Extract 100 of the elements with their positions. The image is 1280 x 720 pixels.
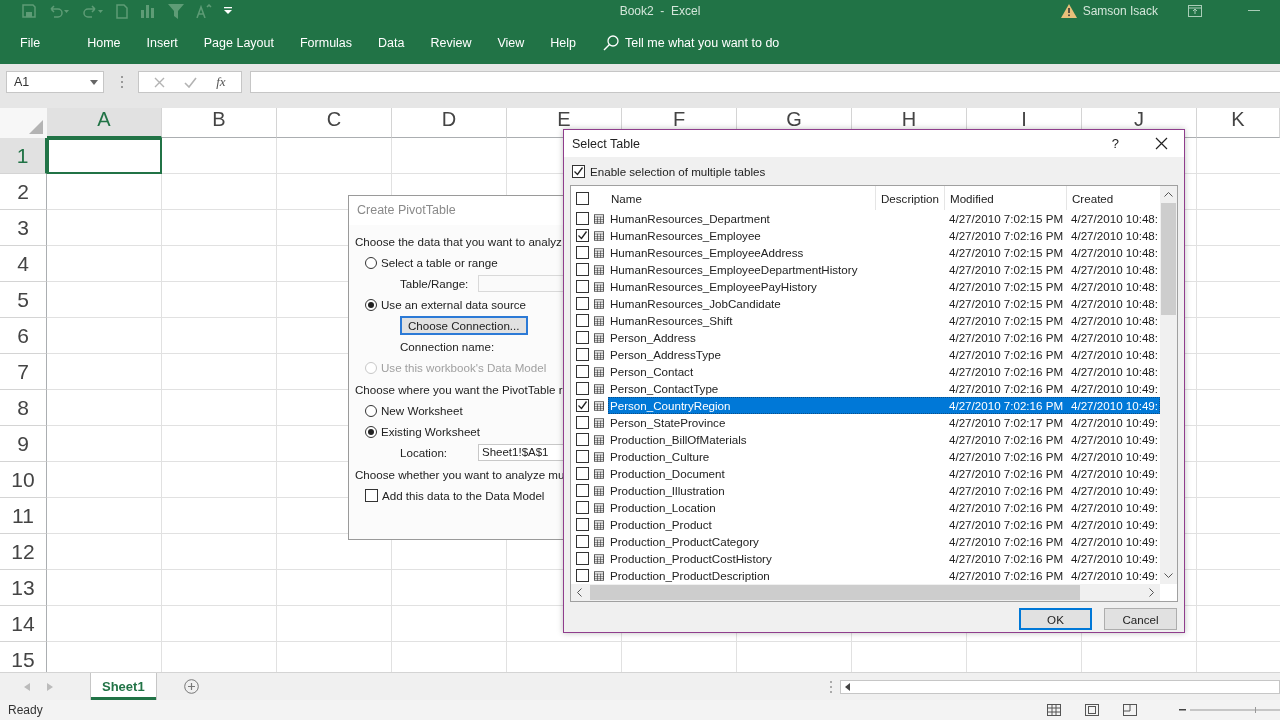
column-header[interactable]: K (1197, 108, 1280, 138)
insert-function-button[interactable]: fx (216, 74, 226, 90)
horizontal-scrollbar[interactable] (840, 679, 1280, 694)
table-row[interactable]: Production_BillOfMaterials 4/27/2010 7:02:16 PM 4/27/2010 10:49: (608, 431, 1160, 448)
column-header[interactable]: C (277, 108, 392, 138)
table-row[interactable]: Production_Document 4/27/2010 7:02:16 PM 4/27/2010 10:49: (608, 465, 1160, 482)
checkbox[interactable] (576, 501, 589, 514)
column-header[interactable]: Modified (950, 191, 994, 205)
checkbox[interactable] (572, 164, 585, 178)
row-header[interactable]: 4 (0, 246, 47, 282)
formula-input[interactable] (250, 71, 1280, 93)
row-header[interactable]: 13 (0, 570, 47, 606)
ribbon-tab[interactable]: Home (74, 32, 134, 54)
checkbox[interactable] (576, 569, 589, 582)
ribbon-tab[interactable]: Insert (133, 32, 191, 54)
table-row[interactable]: Person_AddressType 4/27/2010 7:02:16 PM 4/27/2010 10:48: (608, 346, 1160, 363)
sheet-tab[interactable]: Sheet1 (91, 673, 156, 700)
checkbox[interactable] (576, 263, 589, 276)
checkbox[interactable] (576, 535, 589, 548)
ribbon-tab[interactable]: File (7, 32, 54, 54)
table-row[interactable]: HumanResources_Department 4/27/2010 7:02:15 PM 4/27/2010 10:48: (608, 210, 1160, 227)
help-button[interactable]: ? (1111, 136, 1119, 151)
ribbon-tab[interactable]: Help (537, 32, 590, 54)
ribbon-tab[interactable]: Formulas (286, 32, 366, 54)
table-row[interactable]: Production_ProductDescription 4/27/2010 7:02:16 PM 4/27/2010 10:49: (608, 567, 1160, 584)
ribbon-tab[interactable]: Page Layout (190, 32, 287, 54)
user-name[interactable]: Samson Isack (1082, 4, 1158, 18)
table-row[interactable]: Production_Location 4/27/2010 7:02:16 PM 4/27/2010 10:49: (608, 499, 1160, 516)
scroll-up-icon[interactable] (1164, 192, 1173, 197)
checkbox[interactable] (576, 450, 589, 463)
text-field[interactable]: Sheet1!$A$1 (478, 444, 563, 461)
scroll-right-icon[interactable] (1149, 588, 1154, 597)
customize-caret-icon[interactable] (224, 7, 232, 15)
radio-button[interactable] (365, 256, 377, 269)
checkbox[interactable] (576, 212, 589, 225)
table-row[interactable]: Person_ContactType 4/27/2010 7:02:16 PM 4/27/2010 10:49: (608, 380, 1160, 397)
checkbox[interactable] (576, 399, 589, 412)
page-break-icon[interactable] (1123, 704, 1137, 716)
column-header[interactable]: B (162, 108, 277, 138)
row-header[interactable]: 12 (0, 534, 47, 570)
checkbox[interactable] (576, 416, 589, 429)
row-header[interactable]: 11 (0, 498, 47, 534)
checkbox[interactable] (576, 467, 589, 480)
table-row[interactable]: Production_ProductCategory 4/27/2010 7:02:16 PM 4/27/2010 10:49: (608, 533, 1160, 550)
checkbox[interactable] (576, 382, 589, 395)
table-row[interactable]: HumanResources_EmployeeDepartmentHistory 4/27/2010 7:02:15 PM 4/27/2010 10:48: (608, 261, 1160, 278)
radio-label[interactable]: Existing Worksheet (381, 425, 481, 438)
table-row[interactable]: Production_Culture 4/27/2010 7:02:16 PM 4/27/2010 10:49: (608, 448, 1160, 465)
radio-button[interactable] (365, 298, 377, 311)
active-cell[interactable] (47, 138, 162, 174)
table-row[interactable]: Production_ProductCostHistory 4/27/2010 7:02:16 PM 4/27/2010 10:49: (608, 550, 1160, 567)
scrollbar-thumb[interactable] (590, 585, 1080, 600)
checkbox[interactable] (576, 191, 589, 205)
row-header[interactable]: 1 (0, 138, 47, 174)
checkbox[interactable] (576, 280, 589, 293)
ribbon-tab[interactable]: View (484, 32, 538, 54)
radio-label[interactable]: New Worksheet (381, 404, 463, 417)
checkbox[interactable] (576, 246, 589, 259)
checkbox[interactable] (576, 518, 589, 531)
add-sheet-icon[interactable] (183, 679, 199, 694)
minimize-icon[interactable] (1248, 10, 1260, 12)
checkbox[interactable] (576, 297, 589, 310)
checkbox[interactable] (576, 314, 589, 327)
page-layout-icon[interactable] (1085, 704, 1099, 716)
row-header[interactable]: 5 (0, 282, 47, 318)
column-header[interactable]: Name (611, 191, 642, 205)
checkbox[interactable] (576, 331, 589, 344)
ribbon-display-icon[interactable] (1188, 5, 1202, 17)
normal-view-icon[interactable] (1047, 704, 1061, 716)
ok-button[interactable]: OK (1019, 608, 1092, 630)
column-header[interactable]: D (392, 108, 507, 138)
row-header[interactable]: 9 (0, 426, 47, 462)
table-row[interactable]: HumanResources_JobCandidate 4/27/2010 7:02:15 PM 4/27/2010 10:48: (608, 295, 1160, 312)
zoom-slider-icon[interactable] (1190, 707, 1280, 713)
close-icon[interactable] (1155, 137, 1168, 150)
row-header[interactable]: 10 (0, 462, 47, 498)
radio-label[interactable]: Select a table or range (381, 256, 498, 269)
checkbox-label[interactable]: Enable selection of multiple tables (590, 164, 766, 178)
table-row[interactable]: HumanResources_EmployeePayHistory 4/27/2010 7:02:15 PM 4/27/2010 10:48: (608, 278, 1160, 295)
checkbox[interactable] (576, 552, 589, 565)
scroll-down-icon[interactable] (1164, 573, 1173, 578)
table-row[interactable]: Person_Contact 4/27/2010 7:02:16 PM 4/27/2010 10:48: (608, 363, 1160, 380)
table-list[interactable] (570, 185, 1178, 602)
scrollbar-thumb[interactable] (1161, 203, 1176, 315)
checkbox[interactable] (365, 489, 378, 502)
table-row[interactable]: HumanResources_Shift 4/27/2010 7:02:15 PM 4/27/2010 10:48: (608, 312, 1160, 329)
ribbon-tab[interactable]: Review (417, 32, 485, 54)
checkbox[interactable] (576, 365, 589, 378)
column-header[interactable]: Created (1072, 191, 1114, 205)
table-row[interactable]: Production_Illustration 4/27/2010 7:02:16 PM 4/27/2010 10:49: (608, 482, 1160, 499)
row-header[interactable]: 6 (0, 318, 47, 354)
tell-me-search[interactable]: Tell me what you want to do (603, 35, 826, 51)
table-row[interactable]: Person_StateProvince 4/27/2010 7:02:17 PM 4/27/2010 10:49: (608, 414, 1160, 431)
table-row[interactable]: Production_Product 4/27/2010 7:02:16 PM 4/27/2010 10:49: (608, 516, 1160, 533)
column-header[interactable]: Description (881, 191, 939, 205)
scroll-left-icon[interactable] (577, 588, 582, 597)
cancel-button[interactable]: Cancel (1104, 608, 1177, 630)
checkbox-label[interactable]: Add this data to the Data Model (382, 489, 545, 502)
table-row[interactable]: Person_Address 4/27/2010 7:02:16 PM 4/27/2010 10:48: (608, 329, 1160, 346)
column-header[interactable]: A (47, 108, 162, 138)
